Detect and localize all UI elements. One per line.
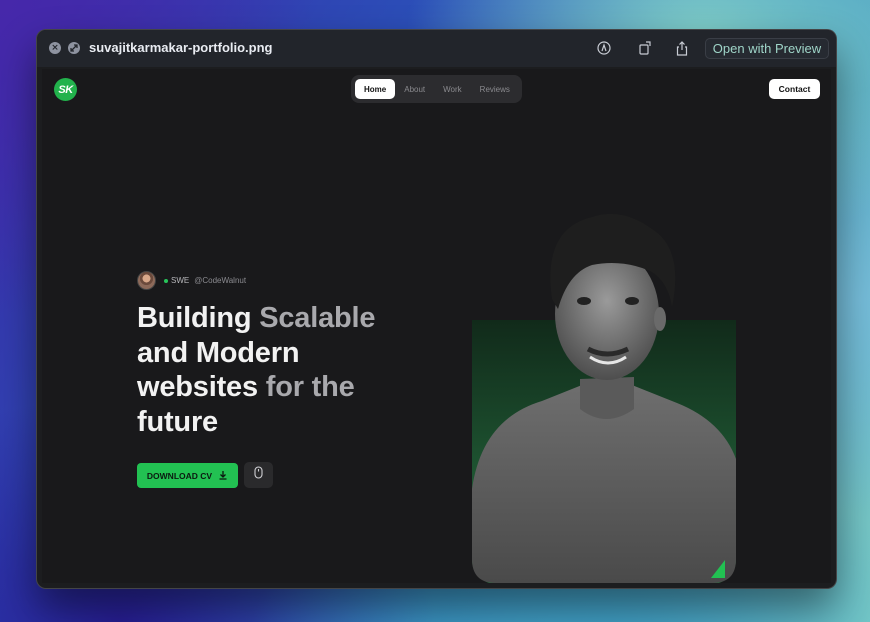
download-cv-button[interactable]: DOWNLOAD CV <box>137 463 238 488</box>
nav-item-home[interactable]: Home <box>355 79 396 99</box>
download-icon <box>218 470 228 482</box>
badge-role: SWE <box>171 276 190 285</box>
portrait-photo <box>472 213 736 583</box>
status-dot <box>164 278 168 283</box>
title-bar: × suvajitkarmakar-portfolio.png Open wit… <box>37 30 836 67</box>
hero-headline: Building Scalable and Modern websites fo… <box>137 301 437 439</box>
rotate-icon[interactable] <box>636 39 654 57</box>
window-title: suvajitkarmakar-portfolio.png <box>89 40 273 55</box>
headline-part: future <box>137 405 218 438</box>
headline-part: websites <box>137 371 266 403</box>
headline-part: for the <box>265 371 355 403</box>
download-cv-label: DOWNLOAD CV <box>146 470 213 481</box>
share-icon[interactable] <box>673 39 691 57</box>
fullscreen-icon[interactable] <box>68 42 80 54</box>
markup-icon[interactable] <box>595 39 613 57</box>
mouse-icon <box>254 466 263 484</box>
quicklook-window: × suvajitkarmakar-portfolio.png Open wit… <box>36 29 837 589</box>
headline-part: and Modern <box>137 336 300 369</box>
scroll-button[interactable] <box>244 462 273 488</box>
site-logo[interactable]: SK <box>54 78 77 101</box>
nav-item-work[interactable]: Work <box>434 79 471 99</box>
close-icon[interactable]: × <box>49 42 61 54</box>
badge-handle: @CodeWalnut <box>194 276 247 285</box>
nav-item-reviews[interactable]: Reviews <box>471 79 519 99</box>
contact-button[interactable]: Contact <box>769 79 820 99</box>
corner-accent <box>711 560 725 578</box>
avatar <box>137 271 156 290</box>
headline-part: Building <box>137 302 260 334</box>
headline-part: Scalable <box>259 302 376 334</box>
open-with-preview-button[interactable]: Open with Preview <box>705 38 829 59</box>
portfolio-page: SK Home About Work Reviews Contact SWE @… <box>42 69 831 583</box>
role-badge: SWE @CodeWalnut <box>137 271 246 290</box>
nav-item-about[interactable]: About <box>395 79 434 99</box>
nav-bar: Home About Work Reviews <box>351 75 522 103</box>
